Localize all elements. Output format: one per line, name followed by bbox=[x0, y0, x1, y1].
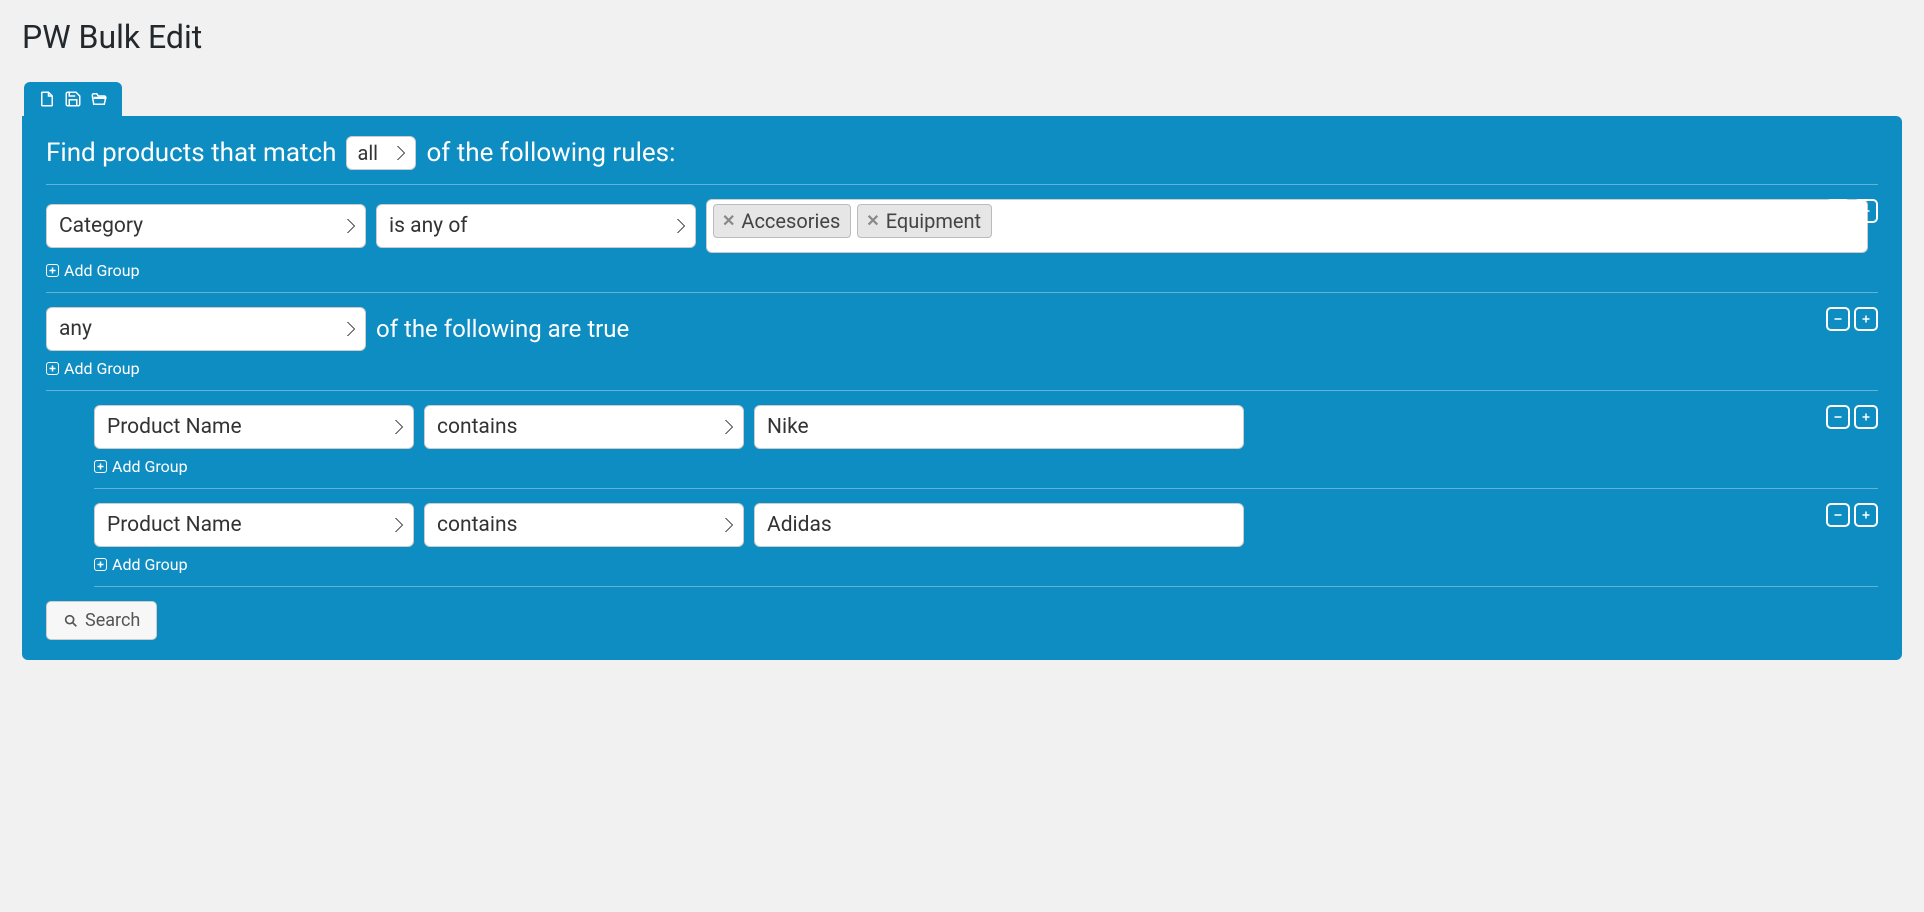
category-tag-input[interactable]: ✕ Accesories ✕ Equipment bbox=[706, 199, 1868, 253]
group-label: of the following are true bbox=[376, 315, 629, 343]
operator-select[interactable]: is any of bbox=[376, 204, 696, 248]
header-text-after: of the following rules: bbox=[426, 138, 675, 168]
add-group-label: Add Group bbox=[64, 359, 140, 378]
field-select[interactable]: Product Name bbox=[94, 503, 414, 547]
field-select[interactable]: Product Name bbox=[94, 405, 414, 449]
remove-rule-button[interactable] bbox=[1826, 503, 1850, 527]
file-icon[interactable] bbox=[38, 90, 56, 108]
header-text-before: Find products that match bbox=[46, 138, 336, 168]
remove-tag-icon[interactable]: ✕ bbox=[866, 213, 879, 229]
save-icon[interactable] bbox=[64, 90, 82, 108]
add-rule-button[interactable] bbox=[1854, 503, 1878, 527]
tag-chip: ✕ Accesories bbox=[713, 204, 851, 238]
value-input[interactable] bbox=[754, 503, 1244, 547]
plus-square-icon bbox=[94, 460, 107, 473]
group-row: any of the following are true bbox=[46, 293, 1878, 351]
group-mode-select[interactable]: any bbox=[46, 307, 366, 351]
add-group-label: Add Group bbox=[112, 457, 188, 476]
page-title: PW Bulk Edit bbox=[22, 18, 1902, 56]
panel-tab bbox=[24, 82, 122, 116]
search-icon bbox=[63, 613, 79, 629]
filter-panel: Find products that match all of the foll… bbox=[22, 116, 1902, 660]
add-rule-button[interactable] bbox=[1854, 199, 1878, 223]
add-group-link[interactable]: Add Group bbox=[46, 351, 1878, 391]
operator-select[interactable]: contains bbox=[424, 503, 744, 547]
add-group-link[interactable]: Add Group bbox=[94, 547, 1878, 587]
remove-rule-button[interactable] bbox=[1826, 405, 1850, 429]
plus-square-icon bbox=[46, 362, 59, 375]
add-group-label: Add Group bbox=[112, 555, 188, 574]
search-button[interactable]: Search bbox=[46, 601, 157, 640]
rule-row: Product Name contains bbox=[94, 391, 1878, 449]
plus-square-icon bbox=[94, 558, 107, 571]
add-group-link[interactable]: Add Group bbox=[94, 449, 1878, 489]
match-mode-select[interactable]: all bbox=[346, 136, 416, 170]
value-input[interactable] bbox=[754, 405, 1244, 449]
remove-group-button[interactable] bbox=[1826, 307, 1850, 331]
add-group-link[interactable]: Add Group bbox=[46, 253, 1878, 293]
field-select[interactable]: Category bbox=[46, 204, 366, 248]
add-rule-button[interactable] bbox=[1854, 405, 1878, 429]
operator-select[interactable]: contains bbox=[424, 405, 744, 449]
add-group-button[interactable] bbox=[1854, 307, 1878, 331]
tag-label: Accesories bbox=[741, 209, 840, 233]
nested-group: Product Name contains bbox=[46, 391, 1878, 587]
folder-open-icon[interactable] bbox=[90, 90, 108, 108]
add-group-label: Add Group bbox=[64, 261, 140, 280]
rule-row: Product Name contains bbox=[94, 489, 1878, 547]
plus-square-icon bbox=[46, 264, 59, 277]
tag-chip: ✕ Equipment bbox=[857, 204, 992, 238]
filter-header: Find products that match all of the foll… bbox=[46, 136, 1878, 185]
tag-label: Equipment bbox=[886, 209, 981, 233]
remove-rule-button[interactable] bbox=[1826, 199, 1850, 223]
rule-row: Category is any of ✕ Accesories ✕ Equipm… bbox=[46, 185, 1878, 253]
search-button-label: Search bbox=[85, 610, 140, 631]
remove-tag-icon[interactable]: ✕ bbox=[722, 213, 735, 229]
